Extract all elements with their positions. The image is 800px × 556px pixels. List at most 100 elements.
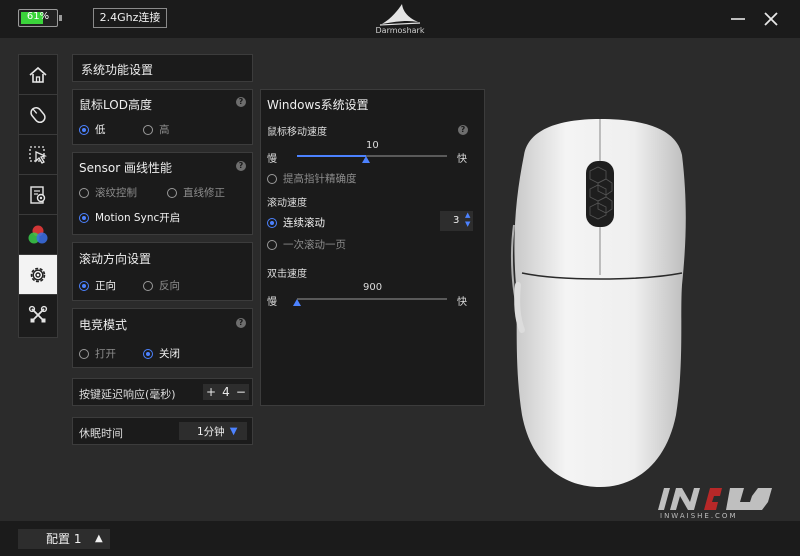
radio-dot [143, 280, 153, 291]
sensor-title: Sensor 画线性能 [79, 161, 172, 175]
radio-dot [267, 239, 277, 250]
double-click-thumb[interactable] [293, 299, 301, 306]
scroll-continuous-label: 连续滚动 [283, 217, 325, 229]
pointer-speed-value: 10 [366, 140, 379, 151]
mouse-illustration [511, 119, 686, 487]
home-icon [29, 66, 47, 83]
sensor-motion-sync-label: Motion Sync开启 [95, 212, 181, 224]
double-click-value: 900 [363, 282, 383, 293]
sleep-panel: 休眠时间 1分钟 ▼ [72, 417, 253, 445]
radio-dot [267, 173, 277, 184]
cursor-icon [29, 145, 47, 164]
sensor-motion-sync-radio[interactable]: Motion Sync开启 [79, 210, 180, 225]
radio-dot [79, 212, 89, 223]
mouse-button-icon [30, 106, 46, 123]
lod-panel: 鼠标LOD高度 ? 低 高 [72, 89, 253, 145]
sensor-panel: Sensor 画线性能 ? 滚纹控制 直线修正 Motion Sync开启 [72, 152, 253, 235]
nav-lighting[interactable] [19, 215, 57, 255]
esports-on-radio[interactable]: 打开 [79, 346, 116, 361]
close-button[interactable] [760, 8, 782, 30]
gear-icon [30, 267, 46, 282]
pointer-speed-label: 鼠标移动速度 [267, 127, 327, 138]
sensor-ripple-radio[interactable]: 滚纹控制 [79, 185, 137, 200]
lod-title: 鼠标LOD高度 [79, 98, 152, 112]
pointer-speed-max-label: 快 [457, 154, 467, 165]
watermark-logo: INWAISHE.COM [650, 482, 785, 522]
mouse-image [500, 115, 700, 490]
spinner-up-icon[interactable]: ▲ [465, 211, 470, 219]
lod-high-radio[interactable]: 高 [143, 122, 170, 137]
nav-tools[interactable] [19, 295, 57, 335]
scroll-lines-spinner[interactable]: 3 ▲ ▼ [440, 211, 473, 231]
sensor-angle-label: 直线修正 [183, 187, 225, 199]
debounce-minus-button[interactable]: − [236, 385, 246, 399]
spinner-down-icon[interactable]: ▼ [465, 220, 470, 228]
esports-panel: 电竞模式 ? 打开 关闭 [72, 308, 253, 368]
scroll-direction-title: 滚动方向设置 [79, 252, 152, 266]
profile-label: 配置 1 [46, 532, 82, 546]
profile-selector[interactable]: 配置 1 ▲ [18, 529, 110, 549]
minus-icon [731, 18, 745, 20]
windows-settings-title: Windows系统设置 [267, 98, 369, 112]
debounce-stepper[interactable]: + 4 − [203, 384, 249, 400]
nav-performance[interactable] [19, 135, 57, 175]
system-settings-title: 系统功能设置 [81, 63, 154, 77]
scroll-page-label: 一次滚动一页 [283, 239, 346, 251]
close-icon [764, 12, 778, 26]
sleep-value: 1分钟 [197, 425, 225, 438]
lod-low-radio[interactable]: 低 [79, 122, 106, 137]
precision-label: 提高指针精确度 [283, 173, 357, 185]
scroll-lines-value: 3 [453, 215, 460, 226]
pointer-speed-help-icon[interactable]: ? [458, 125, 468, 135]
nav-settings[interactable] [19, 255, 57, 295]
sensor-angle-radio[interactable]: 直线修正 [167, 185, 225, 200]
radio-dot [79, 187, 89, 198]
brand-logo: Darmoshark [370, 2, 430, 38]
lod-high-label: 高 [159, 124, 170, 136]
side-nav [18, 54, 58, 338]
pointer-speed-slider-fill [297, 155, 366, 157]
battery-nub [59, 15, 62, 21]
minimize-button[interactable] [727, 8, 749, 30]
shark-fin-icon [379, 4, 421, 26]
scroll-reverse-radio[interactable]: 反向 [143, 278, 180, 293]
battery-percent: 61% [26, 11, 50, 22]
title-bar: 61% 2.4Ghz连接 Darmoshark [0, 0, 800, 38]
lod-low-label: 低 [95, 124, 106, 136]
double-click-min-label: 慢 [267, 297, 277, 308]
pointer-speed-thumb[interactable] [362, 156, 370, 163]
double-click-label: 双击速度 [267, 269, 307, 280]
macro-icon [30, 185, 46, 204]
esports-help-icon[interactable]: ? [236, 318, 246, 328]
radio-dot [79, 124, 89, 135]
sleep-label: 休眠时间 [79, 427, 123, 440]
double-click-slider[interactable] [297, 298, 447, 300]
watermark-text: INWAISHE.COM [660, 512, 738, 520]
nav-macro[interactable] [19, 175, 57, 215]
debounce-panel: 按键延迟响应(毫秒) + 4 − [72, 378, 253, 406]
nav-buttons[interactable] [19, 95, 57, 135]
bottom-bar: 配置 1 ▲ [0, 521, 800, 556]
scroll-continuous-radio[interactable]: 连续滚动 [267, 215, 325, 230]
precision-checkbox[interactable]: 提高指针精确度 [267, 171, 357, 186]
scroll-forward-radio[interactable]: 正向 [79, 278, 116, 293]
radio-dot [267, 217, 277, 228]
double-click-max-label: 快 [457, 297, 467, 308]
esports-on-label: 打开 [95, 348, 116, 360]
nav-home[interactable] [19, 55, 57, 95]
sensor-help-icon[interactable]: ? [236, 161, 246, 171]
esports-off-radio[interactable]: 关闭 [143, 346, 180, 361]
tools-icon [28, 305, 48, 323]
debounce-plus-button[interactable]: + [206, 385, 216, 399]
debounce-label: 按键延迟响应(毫秒) [79, 388, 176, 401]
radio-dot [167, 187, 177, 198]
lod-help-icon[interactable]: ? [236, 97, 246, 107]
scroll-page-radio[interactable]: 一次滚动一页 [267, 237, 346, 252]
sensor-ripple-label: 滚纹控制 [95, 187, 137, 199]
pointer-speed-slider[interactable] [297, 155, 447, 157]
radio-dot [79, 348, 89, 359]
connection-status: 2.4Ghz连接 [93, 8, 167, 28]
windows-settings-panel: Windows系统设置 鼠标移动速度 ? 10 慢 快 提高指针精确度 滚动速度… [260, 89, 485, 406]
scroll-forward-label: 正向 [95, 280, 116, 292]
sleep-select[interactable]: 1分钟 ▼ [179, 422, 247, 440]
